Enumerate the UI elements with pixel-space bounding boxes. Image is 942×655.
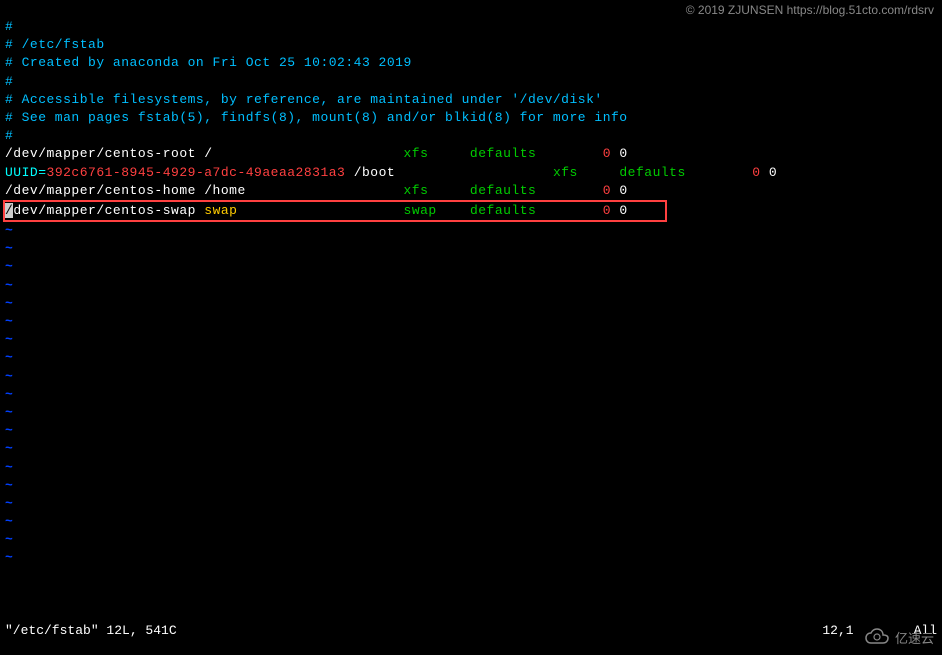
fstab-entry-swap-highlighted: /dev/mapper/centos-swap swap swap defaul…	[3, 200, 667, 222]
fstab-entry-boot: UUID=392c6761-8945-4929-a7dc-49aeaa2831a…	[5, 164, 937, 182]
empty-line-tilde: ~	[5, 459, 937, 477]
comment-line: #	[5, 18, 937, 36]
status-file-info: "/etc/fstab" 12L, 541C	[5, 622, 177, 640]
comment-line: # See man pages fstab(5), findfs(8), mou…	[5, 109, 937, 127]
empty-line-tilde: ~	[5, 422, 937, 440]
status-cursor-position: 12,1	[822, 622, 853, 640]
empty-line-tilde: ~	[5, 368, 937, 386]
logo-text: 亿速云	[895, 628, 934, 647]
fstab-entry-root: /dev/mapper/centos-root / xfs defaults 0…	[5, 145, 937, 163]
cloud-icon	[863, 627, 891, 647]
empty-line-tilde: ~	[5, 331, 937, 349]
empty-line-tilde: ~	[5, 404, 937, 422]
empty-line-tilde: ~	[5, 386, 937, 404]
fstab-entry-home: /dev/mapper/centos-home /home xfs defaul…	[5, 182, 937, 200]
empty-line-tilde: ~	[5, 222, 937, 240]
empty-line-tilde: ~	[5, 258, 937, 276]
vim-status-bar: "/etc/fstab" 12L, 541C 12,1 All	[5, 622, 937, 640]
empty-line-tilde: ~	[5, 240, 937, 258]
empty-line-tilde: ~	[5, 277, 937, 295]
empty-line-tilde: ~	[5, 349, 937, 367]
empty-line-tilde: ~	[5, 477, 937, 495]
comment-line: # /etc/fstab	[5, 36, 937, 54]
empty-line-tilde: ~	[5, 313, 937, 331]
provider-logo: 亿速云	[863, 627, 934, 647]
empty-line-tilde: ~	[5, 295, 937, 313]
comment-line: #	[5, 127, 937, 145]
empty-line-tilde: ~	[5, 440, 937, 458]
empty-line-tilde: ~	[5, 513, 937, 531]
watermark-text: © 2019 ZJUNSEN https://blog.51cto.com/rd…	[686, 3, 934, 17]
comment-line: # Created by anaconda on Fri Oct 25 10:0…	[5, 54, 937, 72]
comment-line: # Accessible filesystems, by reference, …	[5, 91, 937, 109]
empty-line-tilde: ~	[5, 531, 937, 549]
empty-line-tilde: ~	[5, 549, 937, 567]
terminal-window[interactable]: # # /etc/fstab # Created by anaconda on …	[0, 0, 942, 655]
empty-line-tilde: ~	[5, 495, 937, 513]
comment-line: #	[5, 73, 937, 91]
